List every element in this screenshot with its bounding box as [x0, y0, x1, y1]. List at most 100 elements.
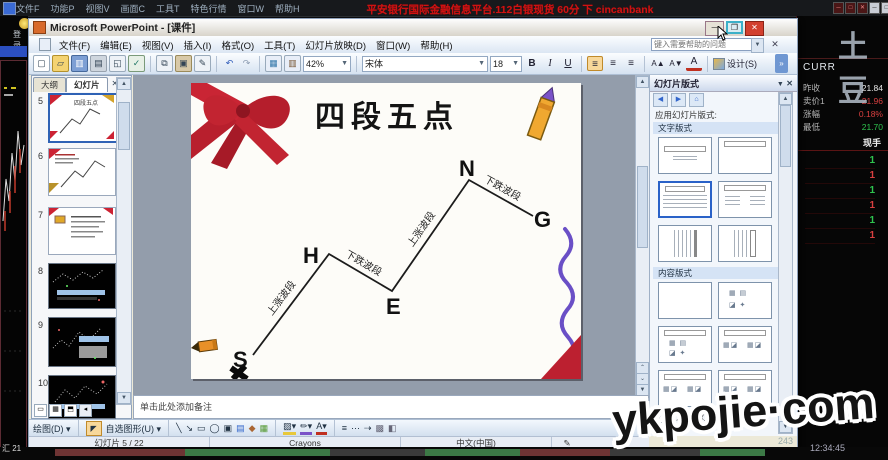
font-size-select[interactable]: 18▼ — [490, 56, 522, 72]
zigzag-line[interactable] — [253, 180, 533, 355]
outer-menu-func[interactable]: 功能P — [51, 2, 75, 15]
draw-menu-button[interactable]: 绘图(D) ▾ — [33, 422, 71, 435]
layout-title-two-column-text[interactable] — [718, 181, 772, 218]
menu-format[interactable]: 格式(O) — [216, 38, 259, 52]
oval-tool-icon[interactable]: ◯ — [210, 423, 220, 434]
slide-thumbnail-6[interactable] — [48, 148, 116, 196]
outer-restore-icon[interactable]: □ — [845, 2, 856, 14]
increase-font-icon[interactable]: A▲ — [650, 56, 666, 71]
outer-menu-view[interactable]: 视图V — [86, 2, 110, 15]
rectangle-tool-icon[interactable]: ▭ — [197, 423, 206, 434]
spelling-icon[interactable]: ✓ — [128, 55, 145, 72]
open-icon[interactable]: ▱ — [52, 55, 69, 72]
select-pointer-icon[interactable]: ◤ — [86, 421, 102, 436]
scroll-down-icon[interactable]: ▼ — [117, 392, 131, 404]
shadow-style-icon[interactable]: ▩ — [376, 423, 385, 434]
slide-title[interactable]: 四段五点 — [315, 100, 459, 135]
underline-button[interactable]: U — [560, 56, 576, 71]
toolbar-overflow-icon[interactable]: » — [775, 54, 788, 73]
text-color-icon[interactable]: A▾ — [316, 421, 327, 435]
autoshapes-button[interactable]: 自选图形(U) ▾ — [106, 422, 162, 435]
outer-close-icon[interactable]: ✕ — [857, 2, 868, 14]
italic-button[interactable]: I — [542, 56, 558, 71]
slide-thumbnail-5[interactable]: 四段五点 — [48, 93, 118, 143]
outer-menu-window[interactable]: 窗口W — [238, 2, 265, 15]
slide-canvas[interactable]: 四段五点 S H E N G 上涨波段 下跌波段 上涨波段 下跌波段 — [191, 83, 581, 379]
scroll-up-icon[interactable]: ▲ — [779, 93, 792, 105]
layout-title-slide[interactable] — [658, 137, 712, 174]
design-button[interactable]: 设计(S) — [713, 57, 757, 70]
diagram-tool-icon[interactable]: ◆ — [249, 423, 256, 434]
close-icon[interactable]: ✕ — [745, 21, 764, 36]
copy-icon[interactable]: ⧉ — [156, 55, 173, 72]
slide-sorter-view-icon[interactable]: ▦ — [49, 404, 62, 417]
scroll-up-icon[interactable]: ▲ — [117, 78, 131, 90]
outer-menu-help[interactable]: 帮助H — [275, 2, 300, 15]
print-icon[interactable]: ▤ — [90, 55, 107, 72]
layout-vertical-title-text[interactable] — [718, 225, 772, 262]
editor-scrollbar[interactable]: ▲ ⌃ ⌄ ▼ — [635, 75, 650, 397]
scrollbar-thumb[interactable] — [637, 166, 648, 248]
align-center-button[interactable]: ≡ — [605, 56, 621, 71]
menu-slideshow[interactable]: 幻灯片放映(D) — [300, 38, 371, 52]
layout-title-only[interactable] — [718, 137, 772, 174]
zoom-select[interactable]: 42%▼ — [303, 56, 351, 72]
insert-table-icon[interactable]: ▥ — [284, 55, 301, 72]
line-style-icon[interactable]: ≡ — [342, 423, 347, 433]
insert-chart-icon[interactable]: ▦ — [265, 55, 282, 72]
child-restore-icon[interactable]: □ — [881, 2, 888, 14]
restore-icon[interactable]: ❐ — [726, 21, 743, 34]
outer-menu-file[interactable]: 文件F — [16, 2, 40, 15]
menubar-close-icon[interactable]: ✕ — [769, 38, 781, 51]
layout-title-content[interactable]: ▦ ▤◪ ✦ — [658, 326, 712, 363]
menu-view[interactable]: 视图(V) — [137, 38, 179, 52]
clipart-tool-icon[interactable]: ▦ — [260, 423, 269, 434]
outer-menu-screen[interactable]: 画面C — [121, 2, 146, 15]
pane-forward-icon[interactable]: ▶ — [671, 93, 686, 107]
child-minimize-icon[interactable]: ─ — [869, 2, 880, 14]
layout-blank[interactable] — [658, 282, 712, 319]
tab-outline[interactable]: 大纲 — [33, 77, 66, 92]
slide-thumbnail-9[interactable] — [48, 317, 116, 367]
slide-thumbnail-7[interactable] — [48, 207, 116, 255]
tab-slides[interactable]: 幻灯片 — [66, 77, 108, 92]
font-color-icon[interactable]: A — [686, 56, 702, 71]
fill-color-icon[interactable]: ▨▾ — [283, 421, 296, 435]
scroll-up-icon[interactable]: ▲ — [636, 76, 649, 88]
arrow-style-icon[interactable]: ⇢ — [364, 423, 372, 434]
layout-title-text[interactable] — [658, 181, 712, 218]
layout-vertical-text[interactable] — [658, 225, 712, 262]
line-color-icon[interactable]: ✏▾ — [300, 421, 312, 435]
threed-style-icon[interactable]: ◧ — [388, 423, 397, 434]
help-dropdown-icon[interactable]: ▼ — [751, 38, 764, 53]
align-right-button[interactable]: ≡ — [623, 56, 639, 71]
align-left-button[interactable]: ≡ — [587, 56, 603, 71]
pane-back-icon[interactable]: ◀ — [653, 93, 668, 107]
font-select[interactable]: 宋体▼ — [362, 56, 488, 72]
arrow-tool-icon[interactable]: ↘ — [185, 423, 193, 434]
menu-file[interactable]: 文件(F) — [54, 38, 95, 52]
pane-dropdown-icon[interactable]: ▼ — [777, 81, 784, 88]
paste-icon[interactable]: ▣ — [175, 55, 192, 72]
help-search-input[interactable] — [651, 38, 753, 51]
outline-scroll-left-icon[interactable]: ◂ — [79, 404, 92, 417]
normal-view-icon[interactable]: ▭ — [34, 404, 47, 417]
undo-icon[interactable]: ↶ — [222, 56, 237, 71]
dash-style-icon[interactable]: ⋯ — [351, 423, 360, 434]
layout-title-two-content[interactable]: ▦◪▦◪ — [718, 326, 772, 363]
new-document-icon[interactable]: ▢ — [33, 55, 50, 72]
pane-close-icon[interactable]: ✕ — [786, 79, 793, 88]
bold-button[interactable]: B — [524, 56, 540, 71]
line-tool-icon[interactable]: ╲ — [176, 423, 181, 434]
slideshow-view-icon[interactable]: ⬒ — [64, 404, 77, 417]
outer-menu-tools[interactable]: 工具T — [156, 2, 180, 15]
slide-thumbnail-8[interactable] — [48, 263, 116, 309]
pane-home-icon[interactable]: ⌂ — [689, 93, 704, 107]
menu-window[interactable]: 窗口(W) — [371, 38, 415, 52]
thumbnails-scrollbar[interactable]: ▲ ▼ — [116, 77, 132, 405]
scrollbar-thumb[interactable] — [780, 105, 791, 167]
wordart-tool-icon[interactable]: ▤ — [236, 423, 245, 434]
redo-icon[interactable]: ↷ — [239, 56, 254, 71]
menu-tools[interactable]: 工具(T) — [259, 38, 300, 52]
menu-help[interactable]: 帮助(H) — [415, 38, 457, 52]
